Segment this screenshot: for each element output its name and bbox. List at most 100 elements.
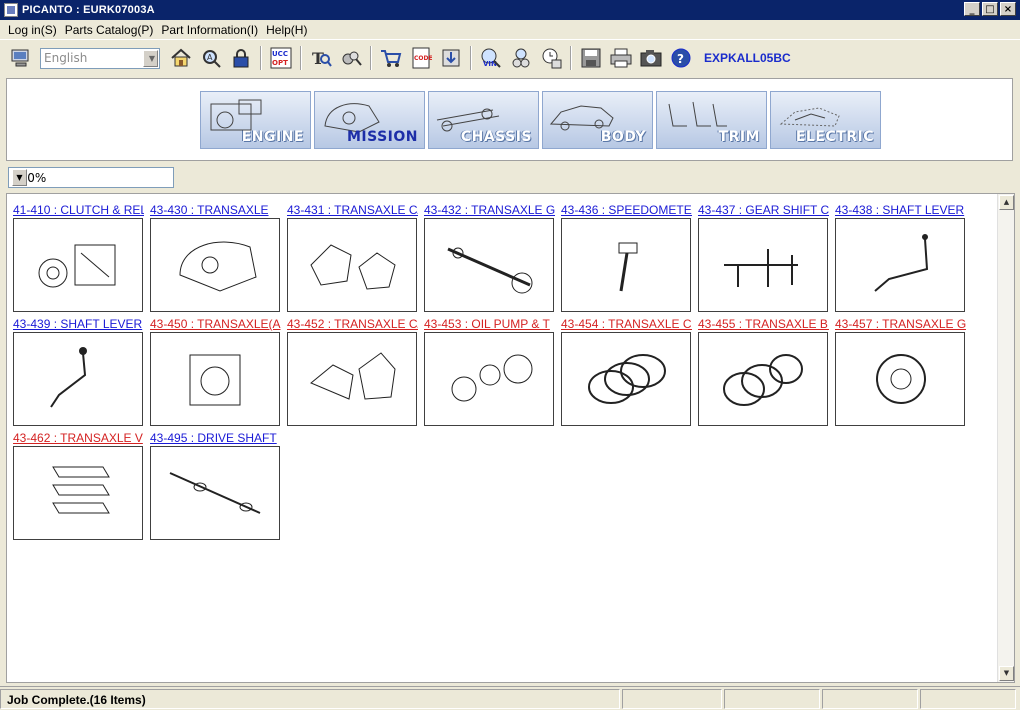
menu-login[interactable]: Log in(S) bbox=[4, 23, 61, 37]
category-engine-button[interactable]: ENGINE bbox=[200, 91, 311, 149]
part-link[interactable]: 43-450 : TRANSAXLE(A bbox=[150, 317, 281, 332]
category-mission-button[interactable]: MISSION bbox=[314, 91, 425, 149]
part-link[interactable]: 43-495 : DRIVE SHAFT bbox=[150, 431, 281, 446]
part-thumbnail[interactable] bbox=[287, 332, 417, 426]
vertical-scrollbar[interactable]: ▲ ▼ bbox=[997, 194, 1014, 682]
part-link[interactable]: 43-455 : TRANSAXLE BI bbox=[698, 317, 829, 332]
part-thumbnail[interactable] bbox=[561, 218, 691, 312]
history-icon[interactable] bbox=[539, 46, 563, 70]
text-search-icon[interactable]: T bbox=[309, 46, 333, 70]
part-link[interactable]: 43-438 : SHAFT LEVER bbox=[835, 203, 966, 218]
part-cell[interactable]: 43-438 : SHAFT LEVER bbox=[835, 203, 966, 312]
part-cell[interactable]: 43-439 : SHAFT LEVER bbox=[13, 317, 144, 426]
part-thumbnail[interactable] bbox=[150, 332, 280, 426]
part-link[interactable]: 43-439 : SHAFT LEVER bbox=[13, 317, 144, 332]
part-cell[interactable]: 43-450 : TRANSAXLE(A bbox=[150, 317, 281, 426]
part-cell[interactable]: 41-410 : CLUTCH & REL bbox=[13, 203, 144, 312]
part-cell[interactable]: 43-432 : TRANSAXLE G bbox=[424, 203, 555, 312]
part-cell[interactable]: 43-430 : TRANSAXLE bbox=[150, 203, 281, 312]
clutch-drawing-icon bbox=[38, 244, 116, 288]
speedometer-drawing-icon bbox=[618, 242, 638, 292]
parts-group-icon[interactable] bbox=[509, 46, 533, 70]
part-cell[interactable]: 43-452 : TRANSAXLE C/ bbox=[287, 317, 418, 426]
part-thumbnail[interactable] bbox=[561, 332, 691, 426]
part-thumbnail[interactable] bbox=[698, 332, 828, 426]
part-thumbnail[interactable] bbox=[13, 218, 143, 312]
valve-body-drawing-icon bbox=[52, 466, 110, 514]
part-link[interactable]: 43-431 : TRANSAXLE C/ bbox=[287, 203, 418, 218]
category-electric-button[interactable]: ELECTRIC bbox=[770, 91, 881, 149]
minimize-button[interactable]: _ bbox=[964, 2, 980, 16]
part-link[interactable]: 43-432 : TRANSAXLE G bbox=[424, 203, 555, 218]
scroll-up-icon[interactable]: ▲ bbox=[999, 195, 1014, 210]
part-link[interactable]: 43-430 : TRANSAXLE bbox=[150, 203, 281, 218]
part-link[interactable]: 43-454 : TRANSAXLE CI bbox=[561, 317, 692, 332]
part-cell[interactable]: 43-454 : TRANSAXLE CI bbox=[561, 317, 692, 426]
scroll-down-icon[interactable]: ▼ bbox=[999, 666, 1014, 681]
save-icon[interactable] bbox=[579, 46, 603, 70]
help-icon[interactable]: ? bbox=[669, 46, 693, 70]
toolbar-separator bbox=[300, 46, 302, 70]
lock-icon[interactable] bbox=[229, 46, 253, 70]
category-label: CHASSIS bbox=[460, 129, 532, 145]
svg-text:A: A bbox=[207, 53, 213, 62]
part-thumbnail[interactable] bbox=[835, 218, 965, 312]
part-thumbnail[interactable] bbox=[13, 332, 143, 426]
part-thumbnail[interactable] bbox=[150, 218, 280, 312]
menu-part-information[interactable]: Part Information(I) bbox=[157, 23, 262, 37]
code-icon[interactable]: CODE bbox=[409, 46, 433, 70]
menu-bar: Log in(S) Parts Catalog(P) Part Informat… bbox=[0, 20, 1020, 40]
part-link[interactable]: 43-457 : TRANSAXLE G bbox=[835, 317, 966, 332]
part-thumbnail[interactable] bbox=[150, 446, 280, 540]
part-cell[interactable]: 43-436 : SPEEDOMETER bbox=[561, 203, 692, 312]
category-label: TRIM bbox=[718, 129, 760, 145]
part-link[interactable]: 43-462 : TRANSAXLE V bbox=[13, 431, 144, 446]
part-link[interactable]: 43-453 : OIL PUMP & T bbox=[424, 317, 555, 332]
differential-drawing-icon bbox=[876, 354, 926, 404]
category-label: ENGINE bbox=[241, 129, 304, 145]
chevron-down-icon[interactable]: ▼ bbox=[12, 169, 27, 186]
camera-icon[interactable] bbox=[639, 46, 663, 70]
home-icon[interactable] bbox=[169, 46, 193, 70]
part-thumbnail[interactable] bbox=[13, 446, 143, 540]
download-icon[interactable] bbox=[439, 46, 463, 70]
part-cell[interactable]: 43-462 : TRANSAXLE V bbox=[13, 431, 144, 540]
zoom-select[interactable]: 100% ▼ bbox=[8, 167, 174, 188]
part-cell[interactable]: 43-495 : DRIVE SHAFT bbox=[150, 431, 281, 540]
part-link[interactable]: 43-452 : TRANSAXLE C/ bbox=[287, 317, 418, 332]
ucc-opt-icon[interactable]: UCC OPT bbox=[269, 46, 293, 70]
part-thumbnail[interactable] bbox=[835, 332, 965, 426]
part-link[interactable]: 41-410 : CLUTCH & REL bbox=[13, 203, 144, 218]
category-body-button[interactable]: BODY bbox=[542, 91, 653, 149]
chevron-down-icon[interactable]: ▼ bbox=[143, 49, 158, 67]
part-link[interactable]: 43-436 : SPEEDOMETER bbox=[561, 203, 692, 218]
toolbar-separator bbox=[370, 46, 372, 70]
part-cell[interactable]: 43-453 : OIL PUMP & T bbox=[424, 317, 555, 426]
cart-icon[interactable] bbox=[379, 46, 403, 70]
part-search-icon[interactable] bbox=[339, 46, 363, 70]
part-thumbnail[interactable] bbox=[424, 218, 554, 312]
language-select[interactable]: English ▼ bbox=[40, 47, 160, 69]
part-cell[interactable]: 43-455 : TRANSAXLE BI bbox=[698, 317, 829, 426]
computer-icon[interactable] bbox=[9, 46, 33, 70]
part-link[interactable]: 43-437 : GEAR SHIFT C bbox=[698, 203, 829, 218]
part-cell[interactable]: 43-431 : TRANSAXLE C/ bbox=[287, 203, 418, 312]
vin-search-icon[interactable]: VIN bbox=[479, 46, 503, 70]
part-thumbnail[interactable] bbox=[287, 218, 417, 312]
part-cell[interactable]: 43-457 : TRANSAXLE G bbox=[835, 317, 966, 426]
parts-grid: 41-410 : CLUTCH & REL 43-430 : TRANSAXLE 4… bbox=[6, 193, 1015, 683]
menu-help[interactable]: Help(H) bbox=[262, 23, 311, 37]
close-button[interactable]: × bbox=[1000, 2, 1016, 16]
category-chassis-button[interactable]: CHASSIS bbox=[428, 91, 539, 149]
part-cell[interactable]: 43-437 : GEAR SHIFT C bbox=[698, 203, 829, 312]
shift-lever-2-drawing-icon bbox=[50, 347, 87, 408]
part-thumbnail[interactable] bbox=[424, 332, 554, 426]
search-parts-icon[interactable]: A bbox=[199, 46, 223, 70]
maximize-button[interactable]: □ bbox=[982, 2, 998, 16]
toolbar-separator bbox=[570, 46, 572, 70]
part-thumbnail[interactable] bbox=[698, 218, 828, 312]
print-icon[interactable] bbox=[609, 46, 633, 70]
menu-parts-catalog[interactable]: Parts Catalog(P) bbox=[61, 23, 158, 37]
status-bar: Job Complete.(16 Items) bbox=[0, 686, 1020, 710]
category-trim-button[interactable]: TRIM bbox=[656, 91, 767, 149]
